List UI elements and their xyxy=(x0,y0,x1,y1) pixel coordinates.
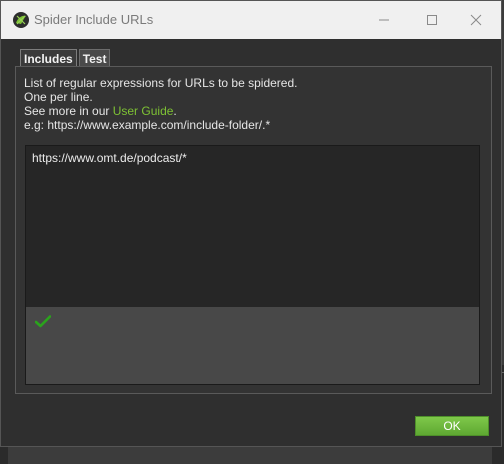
instruction-line-3: See more in our User Guide. xyxy=(24,104,297,118)
minimize-icon xyxy=(379,19,389,21)
instructions: List of regular expressions for URLs to … xyxy=(24,76,297,132)
dialog-window: Spider Include URLs Includes Test List o… xyxy=(0,0,502,447)
maximize-icon xyxy=(427,15,437,25)
tab-test[interactable]: Test xyxy=(78,49,111,67)
instruction-example: e.g: https://www.example.com/include-fol… xyxy=(24,118,271,132)
editor-content[interactable]: https://www.omt.de/podcast/* xyxy=(32,151,187,165)
tab-includes[interactable]: Includes xyxy=(20,49,77,67)
validation-area xyxy=(26,307,479,384)
instruction-line-2: One per line. xyxy=(24,90,93,104)
instruction-prefix: See more in our xyxy=(24,104,113,118)
minimize-button[interactable] xyxy=(361,1,407,39)
url-regex-editor[interactable]: https://www.omt.de/podcast/* xyxy=(25,145,480,385)
close-button[interactable] xyxy=(453,1,499,39)
includes-panel: List of regular expressions for URLs to … xyxy=(15,66,492,394)
instruction-line-1: List of regular expressions for URLs to … xyxy=(24,76,298,90)
maximize-button[interactable] xyxy=(409,1,455,39)
check-icon xyxy=(35,315,51,328)
close-icon xyxy=(470,14,482,26)
ok-button[interactable]: OK xyxy=(415,416,489,436)
user-guide-link[interactable]: User Guide xyxy=(113,104,174,118)
window-title: Spider Include URLs xyxy=(34,12,154,27)
spider-app-icon xyxy=(12,11,30,29)
dialog-content: Includes Test List of regular expression… xyxy=(1,39,501,446)
tab-bar: Includes Test xyxy=(20,49,112,67)
instruction-suffix: . xyxy=(173,104,177,118)
title-bar[interactable]: Spider Include URLs xyxy=(1,1,501,40)
